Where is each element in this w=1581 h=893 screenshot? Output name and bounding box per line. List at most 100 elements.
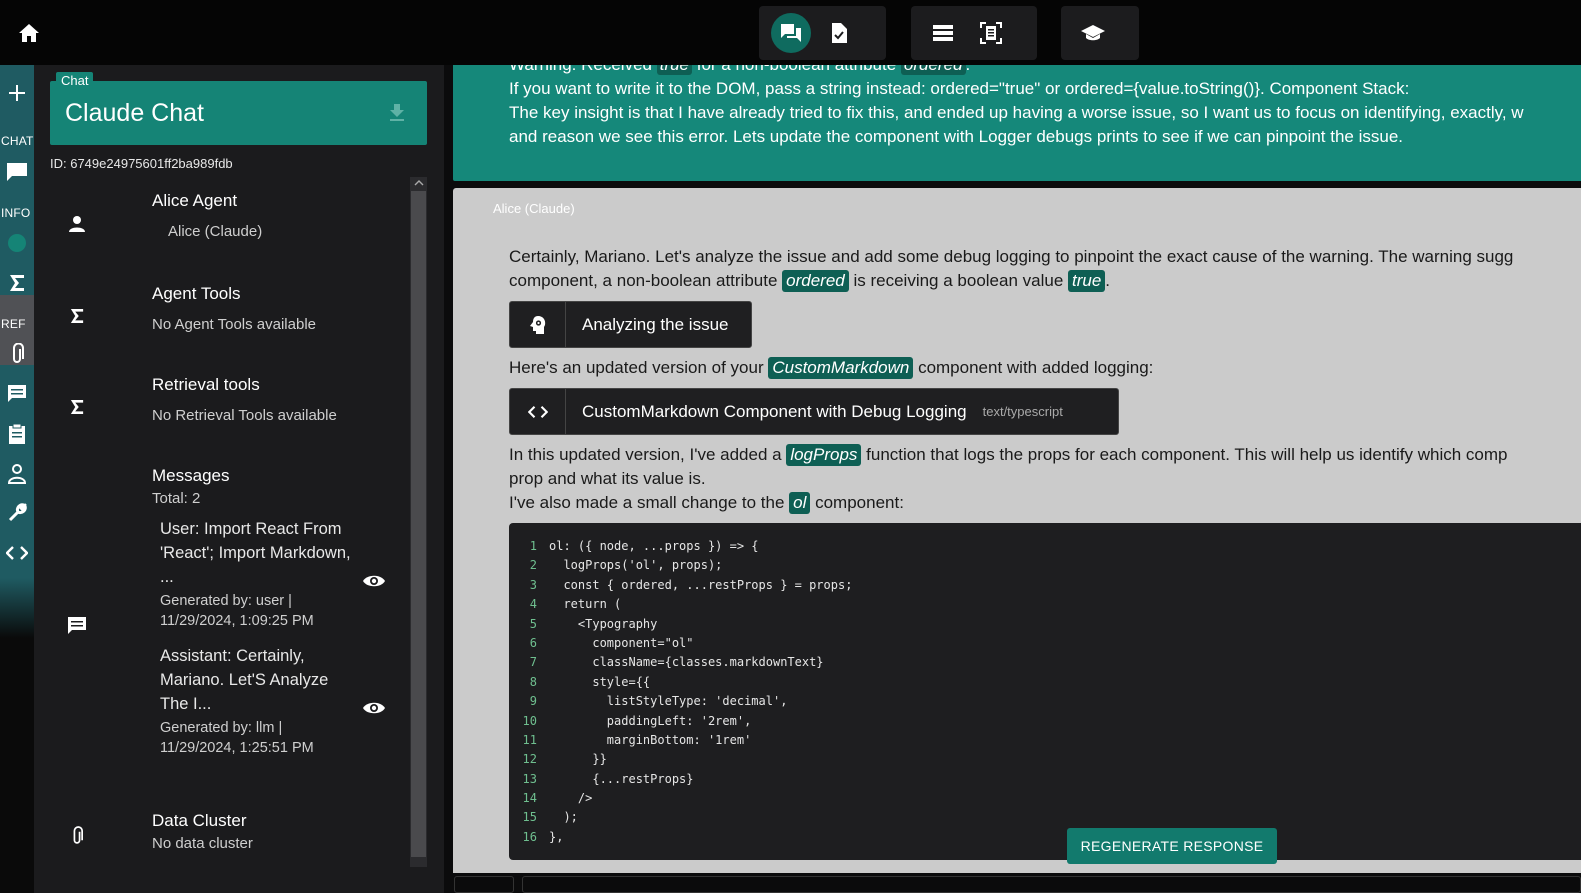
code-line: 13 {...restProps}: [509, 770, 1581, 789]
line-number: 3: [529, 577, 537, 592]
graduation-cap-icon[interactable]: [1073, 13, 1113, 53]
agent-tools-value: No Agent Tools available: [152, 316, 317, 333]
eye-icon[interactable]: [362, 569, 386, 593]
message-icon: [66, 615, 88, 637]
eye-icon[interactable]: [362, 696, 386, 720]
clipboard-icon[interactable]: [0, 422, 34, 446]
list-icon[interactable]: [923, 13, 963, 53]
artifact-type: text/typescript: [982, 404, 1063, 419]
attachment-icon[interactable]: [0, 342, 34, 366]
messages-total: Total: 2: [152, 490, 201, 507]
sigma-icon[interactable]: [0, 271, 34, 295]
user-message-line: The key insight is that I have already t…: [509, 103, 1524, 122]
retrieval-tools-value: No Retrieval Tools available: [152, 407, 337, 424]
document-check-icon[interactable]: [819, 13, 859, 53]
wrench-icon[interactable]: [0, 501, 34, 525]
input-left-box[interactable]: [454, 876, 514, 893]
code-text: },: [549, 829, 564, 844]
add-icon[interactable]: [0, 80, 34, 106]
code-line: 15 );: [509, 808, 1581, 827]
regenerate-response-button[interactable]: REGENERATE RESPONSE: [1067, 828, 1277, 864]
code-text: marginBottom: '1rem': [549, 732, 752, 747]
top-bar: [0, 0, 1581, 65]
message-item[interactable]: Assistant: Certainly, Mariano. Let'S Ana…: [160, 644, 360, 758]
user-message-line: Warning: Received true for a non-boolean…: [509, 65, 970, 75]
line-number: 1: [529, 539, 537, 553]
chat-tag: Chat: [56, 72, 94, 89]
scrollbar-thumb[interactable]: [411, 191, 426, 857]
line-number: 12: [522, 752, 537, 767]
person-icon: [66, 213, 88, 235]
line-number: 14: [522, 791, 537, 806]
line-number: 8: [529, 674, 537, 689]
line-number: 4: [529, 597, 537, 612]
code-text: style={{: [549, 674, 651, 689]
line-number: 7: [529, 655, 537, 670]
code-line: 4 return (: [509, 595, 1581, 614]
code-line: 14 />: [509, 789, 1581, 808]
message-input[interactable]: [522, 876, 1581, 893]
message-item-meta: Generated by: user | 11/29/2024, 1:09:25 …: [160, 593, 314, 629]
artifact-code-component[interactable]: CustomMarkdown Component with Debug Logg…: [509, 388, 1119, 435]
code-text: <Typography: [549, 616, 658, 631]
data-cluster-value: No data cluster: [152, 835, 253, 852]
rail-fade: [0, 578, 34, 638]
code-text: paddingLeft: '2rem',: [549, 713, 752, 728]
code-icon: [510, 389, 566, 434]
message-item-title: Assistant: Certainly, Mariano. Let'S Ana…: [160, 647, 329, 713]
sigma-icon: [66, 305, 88, 327]
sigma-icon: [66, 396, 88, 418]
agent-tools-title: Agent Tools: [152, 284, 241, 303]
chat-bubbles-icon[interactable]: [771, 13, 811, 53]
chat-title: Claude Chat: [65, 99, 204, 127]
code-line: 16},: [509, 828, 1581, 847]
line-number: 5: [529, 616, 537, 631]
scroll-up-icon[interactable]: [413, 177, 424, 189]
sidebar-scroll-area[interactable]: Alice Agent Alice (Claude) Agent Tools N…: [50, 177, 407, 893]
assistant-message: Alice (Claude) Certainly, Mariano. Let's…: [453, 188, 1581, 893]
assistant-paragraph: Certainly, Mariano. Let's analyze the is…: [509, 247, 1514, 266]
code-icon[interactable]: [0, 541, 34, 565]
code-text: logProps('ol', props);: [549, 558, 723, 573]
assistant-paragraph: I've also made a small change to the ol …: [509, 492, 904, 514]
view-toggle-group-2: [911, 6, 1037, 60]
chat-id: ID: 6749e24975601ff2ba989fdb: [50, 156, 233, 171]
message-item-meta: Generated by: llm | 11/29/2024, 1:25:51 P…: [160, 720, 314, 756]
code-block[interactable]: 1 ol: ({ node, ...props }) => {2 logProps…: [509, 523, 1581, 860]
code-text: />: [549, 791, 593, 806]
left-rail: CHAT INFO REF: [0, 65, 34, 893]
download-icon[interactable]: [389, 103, 405, 126]
assistant-paragraph: In this updated version, I've added a lo…: [509, 444, 1508, 466]
code-line: 9 listStyleType: 'decimal',: [509, 692, 1581, 711]
line-number: 15: [522, 810, 537, 825]
rail-info-label: INFO: [1, 206, 31, 220]
agent-title: Alice Agent: [152, 191, 238, 210]
code-text: component="ol": [549, 635, 694, 650]
comment-icon[interactable]: [0, 382, 34, 406]
assistant-paragraph: Here's an updated version of your Custom…: [509, 357, 1154, 379]
person-icon[interactable]: [0, 462, 34, 486]
messages-title: Messages: [152, 466, 230, 485]
retrieval-tools-title: Retrieval tools: [152, 375, 260, 394]
code-line: 11 marginBottom: '1rem': [509, 731, 1581, 750]
code-text: return (: [549, 597, 622, 612]
line-number: 9: [529, 694, 537, 709]
sidebar-scrollbar[interactable]: [410, 177, 427, 867]
artifact-analyzing-issue[interactable]: Analyzing the issue: [509, 301, 752, 348]
home-icon[interactable]: [16, 20, 42, 46]
data-cluster-title: Data Cluster: [152, 811, 247, 830]
line-number: 2: [529, 558, 537, 573]
code-line: 12 }}: [509, 750, 1581, 769]
status-dot-icon[interactable]: [0, 232, 34, 254]
message-item[interactable]: User: Import React From 'React'; Import …: [160, 517, 360, 631]
sidebar: Chat Claude Chat ID: 6749e24975601ff2ba9…: [34, 65, 444, 893]
code-text: }}: [549, 752, 607, 767]
attachment-icon: [66, 825, 88, 847]
user-message-line: and reason we see this error. Lets updat…: [509, 127, 1404, 146]
document-scan-icon[interactable]: [971, 13, 1011, 53]
chat-icon[interactable]: [0, 160, 34, 184]
code-text: const { ordered, ...restProps } = props;: [549, 577, 853, 592]
assistant-label: Alice (Claude): [493, 201, 575, 216]
code-line: 5 <Typography: [509, 615, 1581, 634]
code-line: 10 paddingLeft: '2rem',: [509, 712, 1581, 731]
